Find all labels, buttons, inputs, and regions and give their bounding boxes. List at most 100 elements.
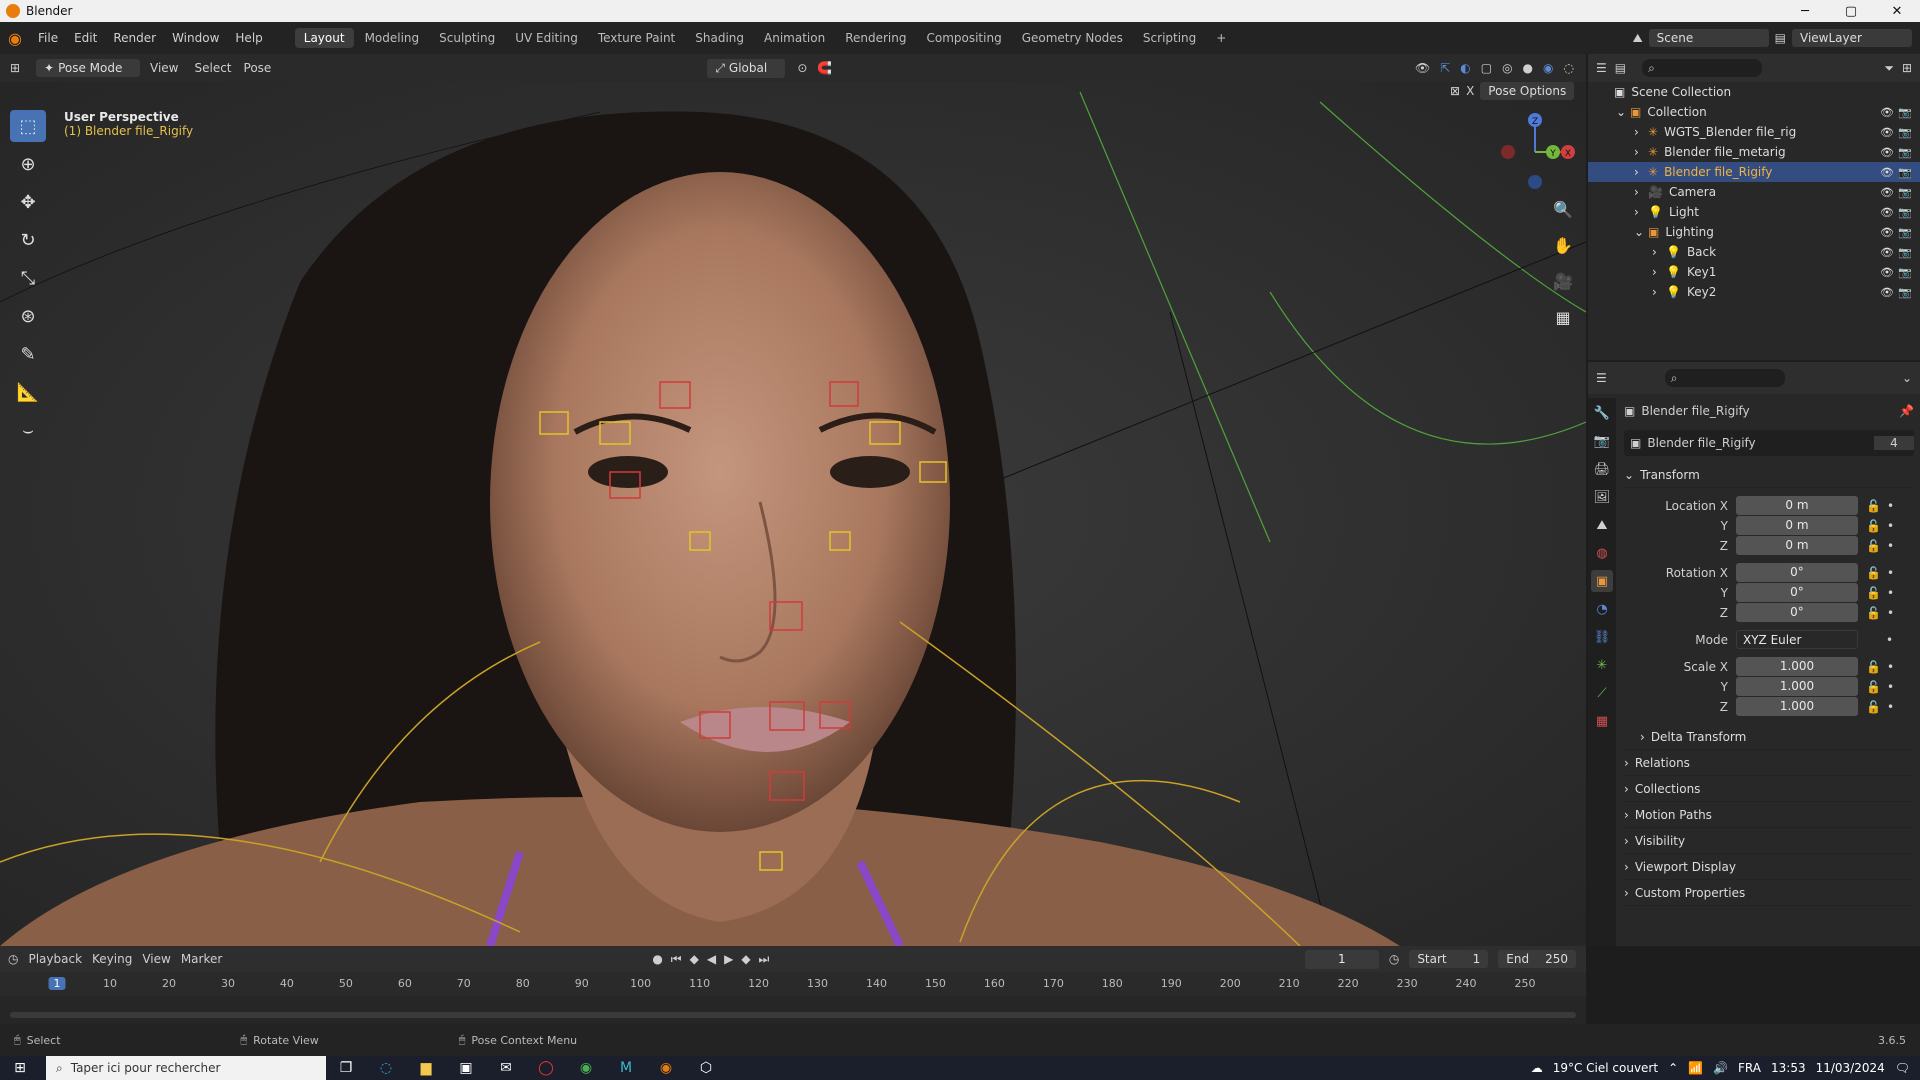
next-keyframe-icon[interactable]: ◆	[741, 952, 750, 967]
lock-icon[interactable]: 🔓	[1866, 606, 1881, 620]
scene-tab-icon[interactable]: ⛰	[1591, 514, 1613, 536]
menu-file[interactable]: File	[30, 31, 66, 45]
maximize-button[interactable]: ▢	[1828, 4, 1874, 19]
pose-menu[interactable]: Pose	[238, 61, 278, 75]
keyframe-dot-icon[interactable]: •	[1886, 633, 1893, 647]
minimize-button[interactable]: ─	[1782, 4, 1828, 19]
bone-tab-icon[interactable]: ⟋	[1591, 682, 1613, 704]
task-view-icon[interactable]: ❐	[326, 1056, 366, 1080]
rotate-tool-icon[interactable]: ↻	[10, 224, 46, 256]
outliner-item-blender-file-rigify[interactable]: › ✳ Blender file_Rigify 👁 📷	[1588, 162, 1920, 182]
section-relations[interactable]: › Relations	[1624, 750, 1914, 776]
keyframe-dot-icon[interactable]: •	[1887, 700, 1894, 714]
workspace-tab-rendering[interactable]: Rendering	[836, 28, 915, 48]
render-visibility-icon[interactable]: 📷	[1898, 106, 1912, 119]
select-box-tool-icon[interactable]: ⬚	[10, 110, 46, 142]
outliner-item-back[interactable]: › 💡 Back 👁 📷	[1588, 242, 1920, 262]
rotation-y-field[interactable]: 0°	[1736, 583, 1858, 602]
render-visibility-icon[interactable]: 📷	[1898, 126, 1912, 139]
render-visibility-icon[interactable]: 📷	[1898, 246, 1912, 259]
gizmo-toggle-icon[interactable]: ⇱	[1440, 61, 1450, 75]
filter-icon[interactable]: ⏷	[1884, 61, 1894, 76]
scale-x-field[interactable]: 1.000	[1736, 657, 1858, 676]
rotation-z-field[interactable]: 0°	[1736, 603, 1858, 622]
jump-end-icon[interactable]: ⏭	[759, 952, 770, 967]
lock-icon[interactable]: 🔓	[1866, 519, 1881, 533]
mode-selector[interactable]: ✦ Pose Mode	[36, 59, 140, 77]
3d-viewport[interactable]	[0, 82, 1586, 946]
chevron-right-icon[interactable]: ›	[1634, 145, 1648, 159]
transform-section-header[interactable]: ⌄ Transform	[1624, 462, 1914, 488]
output-tab-icon[interactable]: 🖨	[1591, 458, 1613, 480]
object-tab-icon[interactable]: ▣	[1591, 570, 1613, 592]
3d-viewer-icon[interactable]: ⬡	[686, 1056, 726, 1080]
outliner-item-key2[interactable]: › 💡 Key2 👁 📷	[1588, 282, 1920, 302]
solid-shading-icon[interactable]: ●	[1523, 61, 1533, 75]
chevron-right-icon[interactable]: ›	[1652, 265, 1666, 279]
workspace-tab-geometry-nodes[interactable]: Geometry Nodes	[1013, 28, 1132, 48]
network-icon[interactable]: 📶	[1688, 1061, 1703, 1075]
transform-tool-icon[interactable]: ⊛	[10, 300, 46, 332]
camera-view-icon[interactable]: 🎥	[1550, 268, 1576, 294]
x-mirror-toggle[interactable]: X	[1466, 84, 1474, 98]
keyframe-dot-icon[interactable]: •	[1887, 566, 1894, 580]
render-visibility-icon[interactable]: 📷	[1898, 206, 1912, 219]
workspace-tab-scripting[interactable]: Scripting	[1134, 28, 1205, 48]
timeline-scrollbar[interactable]	[10, 1012, 1576, 1018]
blender-taskbar-icon[interactable]: ◉	[646, 1056, 686, 1080]
grid-view-icon[interactable]: ▦	[1550, 304, 1576, 330]
workspace-tab-modeling[interactable]: Modeling	[356, 28, 429, 48]
select-menu[interactable]: Select	[188, 61, 237, 75]
timeline-editor-icon[interactable]: ◷	[8, 952, 18, 966]
rotation-x-field[interactable]: 0°	[1736, 563, 1858, 582]
properties-options-icon[interactable]: ⌄	[1902, 371, 1920, 385]
lock-icon[interactable]: 🔓	[1866, 700, 1881, 714]
render-visibility-icon[interactable]: 📷	[1898, 166, 1912, 179]
outliner-item-collection[interactable]: ⌄ ▣ Collection 👁 📷	[1588, 102, 1920, 122]
new-collection-icon[interactable]: ⊞	[1902, 61, 1920, 75]
pose-options-menu[interactable]: Pose Options	[1480, 82, 1575, 100]
chevron-right-icon[interactable]: ›	[1634, 165, 1648, 179]
play-icon[interactable]: ▶	[724, 952, 733, 967]
view-layer-selector[interactable]: ViewLayer	[1792, 29, 1912, 47]
render-visibility-icon[interactable]: 📷	[1898, 146, 1912, 159]
blender-menu-icon[interactable]: ◉	[0, 29, 30, 48]
chrome-icon[interactable]: ◉	[566, 1056, 606, 1080]
menu-render[interactable]: Render	[105, 31, 164, 45]
location-y-field[interactable]: 0 m	[1736, 516, 1858, 535]
volume-icon[interactable]: 🔊	[1713, 1061, 1728, 1075]
timeline-track-area[interactable]	[0, 996, 1586, 1024]
outliner-item-blender-file-metarig[interactable]: › ✳ Blender file_metarig 👁 📷	[1588, 142, 1920, 162]
view-layer-icon[interactable]: ▤	[1775, 31, 1786, 45]
datablock-selector[interactable]: ▣ Blender file_Rigify 4	[1624, 430, 1914, 456]
menu-window[interactable]: Window	[164, 31, 227, 45]
scale-z-field[interactable]: 1.000	[1736, 697, 1858, 716]
physics-tab-icon[interactable]: ◔	[1591, 598, 1613, 620]
visibility-eye-icon[interactable]: 👁	[1880, 166, 1894, 179]
outliner-scene-collection[interactable]: ▣ Scene Collection	[1588, 82, 1920, 102]
chevron-right-icon[interactable]: ›	[1652, 285, 1666, 299]
language-indicator[interactable]: FRA	[1738, 1061, 1761, 1075]
view-menu[interactable]: View	[140, 61, 188, 75]
outliner-editor-icon[interactable]: ☰	[1596, 61, 1607, 75]
overlays-toggle-icon[interactable]: ◐	[1460, 61, 1470, 75]
keyframe-dot-icon[interactable]: •	[1887, 660, 1894, 674]
world-tab-icon[interactable]: ◍	[1591, 542, 1613, 564]
delta-transform-section[interactable]: › Delta Transform	[1624, 724, 1914, 750]
menu-help[interactable]: Help	[227, 31, 270, 45]
keying-menu[interactable]: Keying	[92, 952, 132, 966]
workspace-tab-shading[interactable]: Shading	[686, 28, 753, 48]
breakdowner-tool-icon[interactable]: ⌣	[10, 414, 46, 446]
visibility-eye-icon[interactable]: 👁	[1880, 146, 1894, 159]
start-frame-field[interactable]: Start 1	[1409, 950, 1489, 968]
visibility-eye-icon[interactable]: 👁	[1880, 246, 1894, 259]
visibility-eye-icon[interactable]: 👁	[1880, 186, 1894, 199]
current-frame-field[interactable]: 1	[1304, 949, 1379, 969]
lock-icon[interactable]: 🔓	[1866, 586, 1881, 600]
material-shading-icon[interactable]: ◉	[1543, 61, 1553, 75]
xray-icon[interactable]: ▢	[1481, 61, 1492, 75]
render-visibility-icon[interactable]: 📷	[1898, 266, 1912, 279]
playback-menu[interactable]: Playback	[28, 952, 82, 966]
keyframe-dot-icon[interactable]: •	[1887, 519, 1894, 533]
keyframe-dot-icon[interactable]: •	[1887, 606, 1894, 620]
